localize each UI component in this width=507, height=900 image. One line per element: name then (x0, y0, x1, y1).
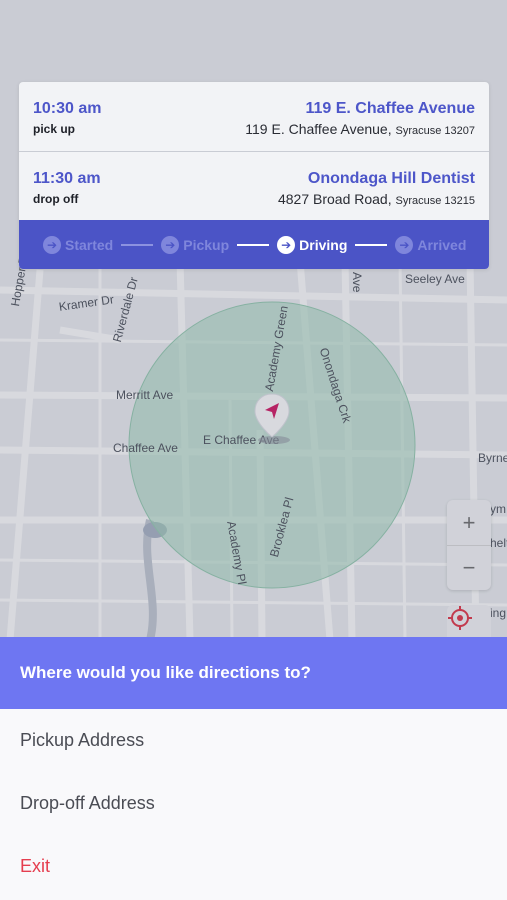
dropoff-address: 4827 Broad Road, Syracuse 13215 (278, 191, 475, 207)
street-label: Byrne (478, 451, 507, 465)
step-connector (121, 243, 154, 246)
dropoff-stop: 11:30 am drop off Onondaga Hill Dentist … (19, 151, 489, 220)
step-label: Pickup (183, 236, 230, 253)
street-label: Merritt Ave (116, 388, 174, 402)
zoom-in-button[interactable]: + (447, 500, 491, 545)
dropoff-city: Syracuse 13215 (395, 195, 476, 207)
step-label: Started (65, 236, 114, 253)
street-label: Ave (350, 272, 364, 293)
dropoff-location-name: Onondaga Hill Dentist (307, 170, 475, 187)
zoom-out-button[interactable]: − (447, 545, 491, 590)
step-connector (355, 243, 388, 246)
street-label: helt (490, 536, 507, 550)
pickup-address-option[interactable]: Pickup Address (0, 709, 507, 772)
location-pin-icon (254, 393, 290, 444)
sheet-title: Where would you like directions to? (0, 637, 507, 709)
pickup-address: 119 E. Chaffee Avenue, Syracuse 13207 (245, 121, 475, 137)
pickup-street: 119 E. Chaffee Avenue, (245, 121, 392, 137)
street-label: ym (490, 502, 506, 516)
pickup-stop: 10:30 am pick up 119 E. Chaffee Avenue 1… (19, 82, 489, 151)
my-location-button[interactable] (447, 605, 491, 640)
pickup-time: 10:30 am (33, 100, 102, 117)
step-driving: ➔ Driving (277, 235, 348, 254)
arrow-right-icon: ➔ (43, 235, 61, 254)
pickup-city: Syracuse 13207 (395, 125, 476, 137)
pickup-type-label: pick up (33, 122, 76, 136)
zoom-control: + − (447, 500, 491, 590)
pickup-location-name: 119 E. Chaffee Avenue (305, 100, 475, 117)
street-label: Seeley Ave (405, 272, 465, 286)
dropoff-address-option[interactable]: Drop-off Address (0, 772, 507, 835)
trip-card: 10:30 am pick up 119 E. Chaffee Avenue 1… (19, 82, 489, 269)
dropoff-street: 4827 Broad Road, (277, 191, 392, 207)
step-started: ➔ Started (43, 235, 114, 254)
dropoff-type-label: drop off (33, 192, 79, 206)
arrow-right-icon: ➔ (277, 235, 296, 254)
exit-button[interactable]: Exit (0, 835, 507, 898)
step-connector (237, 243, 270, 246)
street-label: ing (490, 606, 507, 620)
directions-action-sheet: Where would you like directions to? Pick… (0, 637, 507, 900)
trip-progress-bar: ➔ Started ➔ Pickup ➔ Driving ➔ Arrived (19, 220, 489, 269)
step-arrived: ➔ Arrived (395, 235, 467, 254)
step-label: Arrived (417, 236, 467, 253)
street-label: Chaffee Ave (113, 441, 178, 455)
crosshair-target-icon (448, 606, 472, 630)
arrow-right-icon: ➔ (161, 235, 180, 254)
step-label: Driving (299, 236, 348, 253)
arrow-right-icon: ➔ (395, 235, 414, 254)
step-pickup: ➔ Pickup (161, 235, 230, 254)
dropoff-time: 11:30 am (33, 170, 101, 187)
